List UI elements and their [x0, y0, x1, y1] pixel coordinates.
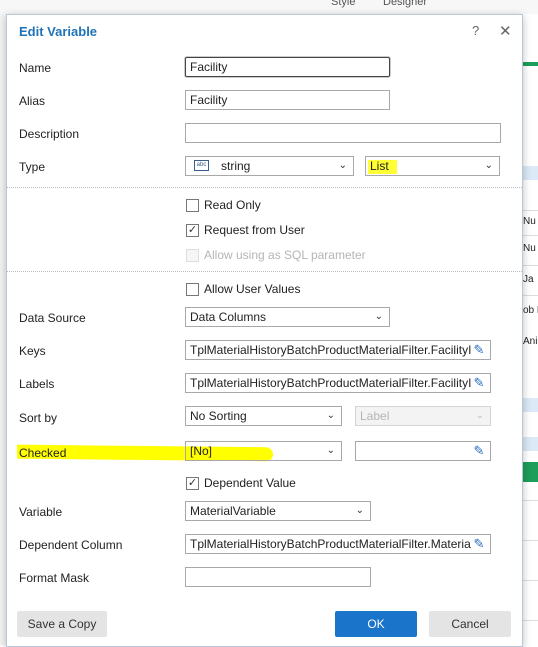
type-kind-select[interactable]: List ⌄: [365, 156, 500, 176]
variable-value: MaterialVariable: [190, 504, 276, 518]
background-blue-row: [521, 437, 538, 451]
background-green-bar: [521, 62, 538, 66]
allow-user-values-label: Allow User Values: [204, 282, 301, 296]
cancel-button[interactable]: Cancel: [429, 611, 511, 637]
sort-by-label: Sort by: [19, 411, 58, 425]
labels-label: Labels: [19, 377, 55, 391]
chevron-down-icon: ⌄: [338, 160, 347, 171]
sort-field-placeholder: Label: [360, 409, 390, 423]
sort-by-value: No Sorting: [190, 409, 247, 423]
checked-value: [No]: [190, 444, 213, 458]
read-only-label: Read Only: [204, 198, 261, 212]
dialog-title: Edit Variable: [19, 24, 98, 39]
type-select-value: string: [221, 159, 251, 173]
keys-input[interactable]: TplMaterialHistoryBatchProductMaterialFi…: [185, 340, 491, 360]
edit-pencil-icon[interactable]: ✎: [471, 443, 487, 459]
description-label: Description: [19, 127, 80, 141]
background-cell: Ja: [523, 274, 534, 285]
close-icon[interactable]: ✕: [499, 22, 512, 40]
name-label: Name: [19, 61, 52, 75]
sort-field-select[interactable]: Label ⌄: [355, 406, 491, 426]
labels-value: TplMaterialHistoryBatchProductMaterialFi…: [190, 376, 472, 390]
alias-input[interactable]: Facility: [185, 90, 390, 110]
dependent-column-value: TplMaterialHistoryBatchProductMaterialFi…: [190, 537, 471, 551]
chevron-down-icon: ⌄: [374, 311, 383, 322]
string-type-icon: abc: [194, 160, 209, 172]
type-select[interactable]: abc string ⌄: [185, 156, 354, 176]
labels-input[interactable]: TplMaterialHistoryBatchProductMaterialFi…: [185, 373, 491, 393]
dependent-column-label: Dependent Column: [19, 538, 123, 552]
chevron-down-icon: ⌄: [484, 160, 493, 171]
chevron-down-icon: ⌄: [355, 505, 364, 516]
section-divider: [7, 187, 522, 188]
chevron-down-icon: ⌄: [326, 410, 335, 421]
checked-label: Checked: [19, 446, 67, 460]
allow-sql-checkbox[interactable]: [186, 249, 199, 262]
allow-sql-label: Allow using as SQL parameter: [204, 248, 366, 262]
keys-label: Keys: [19, 344, 46, 358]
variable-label: Variable: [19, 505, 63, 519]
chevron-down-icon: ⌄: [326, 445, 335, 456]
background-toolbar: Style Designer: [0, 0, 538, 15]
data-source-value: Data Columns: [190, 310, 267, 324]
edit-variable-dialog: Edit Variable ? ✕ Name Facility Alias Fa…: [6, 14, 523, 647]
request-from-user-label: Request from User: [204, 223, 305, 237]
background-designer-label: Designer: [383, 0, 428, 8]
background-cell: Nu: [523, 216, 536, 227]
name-input[interactable]: Facility: [185, 57, 390, 77]
save-a-copy-button[interactable]: Save a Copy: [17, 611, 107, 637]
checked-select[interactable]: [No] ⌄: [185, 441, 342, 461]
background-right-grid: [521, 14, 538, 645]
ok-button[interactable]: OK: [335, 611, 417, 637]
background-cell: ob L: [523, 305, 538, 316]
background-blue-row: [521, 166, 538, 180]
read-only-checkbox[interactable]: [186, 199, 199, 212]
sort-by-select[interactable]: No Sorting ⌄: [185, 406, 342, 426]
background-cell: Anis: [523, 336, 538, 347]
background-green-bar: [521, 462, 538, 482]
format-mask-input[interactable]: [185, 567, 371, 587]
description-input[interactable]: [185, 123, 501, 143]
background-style-label: Style: [331, 0, 356, 8]
chevron-down-icon: ⌄: [475, 410, 484, 421]
edit-pencil-icon[interactable]: ✎: [471, 342, 487, 358]
alias-label: Alias: [19, 94, 46, 108]
keys-value: TplMaterialHistoryBatchProductMaterialFi…: [190, 343, 472, 357]
edit-pencil-icon[interactable]: ✎: [471, 375, 487, 391]
allow-user-values-checkbox[interactable]: [186, 283, 199, 296]
checked-expression-input[interactable]: ✎: [355, 441, 491, 461]
data-source-select[interactable]: Data Columns ⌄: [185, 307, 390, 327]
format-mask-label: Format Mask: [19, 571, 90, 585]
data-source-label: Data Source: [19, 311, 86, 325]
variable-select[interactable]: MaterialVariable ⌄: [185, 501, 371, 521]
type-kind-value: List: [370, 159, 389, 173]
dependent-column-input[interactable]: TplMaterialHistoryBatchProductMaterialFi…: [185, 534, 491, 554]
help-icon[interactable]: ?: [472, 23, 479, 38]
dependent-value-label: Dependent Value: [204, 476, 296, 490]
background-cell: Nu: [523, 243, 536, 254]
section-divider: [7, 271, 522, 272]
type-label: Type: [19, 160, 46, 174]
background-blue-row: [521, 398, 538, 412]
request-from-user-checkbox[interactable]: ✓: [186, 224, 199, 237]
edit-pencil-icon[interactable]: ✎: [471, 536, 487, 552]
dependent-value-checkbox[interactable]: ✓: [186, 477, 199, 490]
